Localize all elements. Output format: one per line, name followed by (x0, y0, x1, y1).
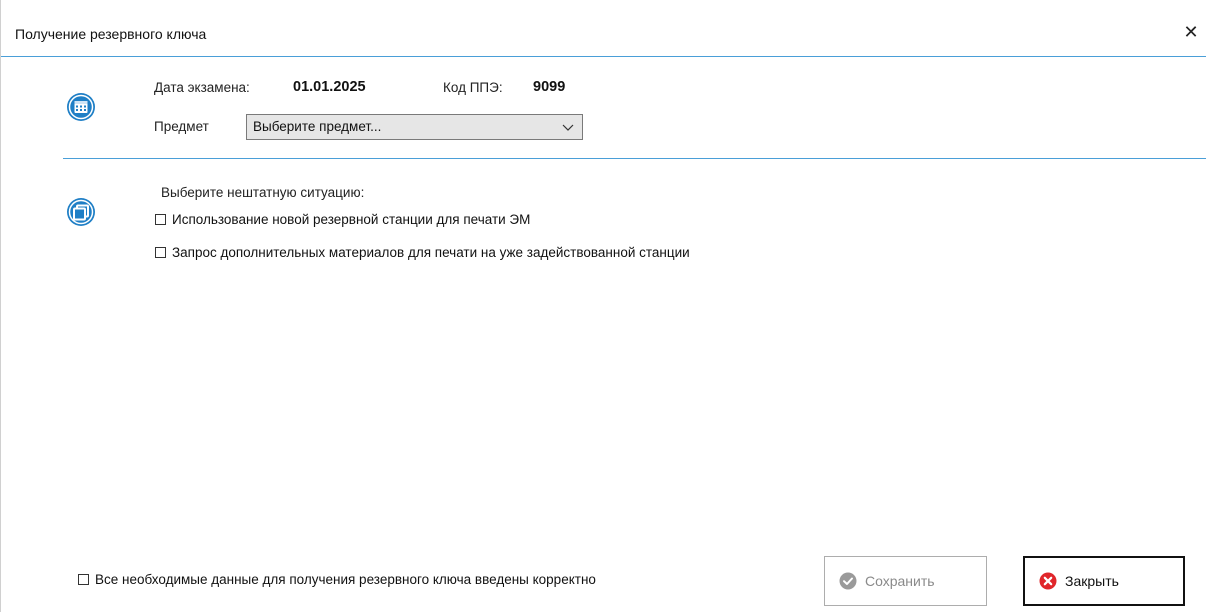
situation-option-label: Использование новой резервной станции дл… (172, 212, 531, 227)
subject-label: Предмет (154, 119, 209, 134)
subject-select[interactable]: Выберите предмет... (246, 114, 583, 140)
confirm-label: Все необходимые данные для получения рез… (95, 572, 596, 587)
ppe-code-value: 9099 (533, 79, 566, 95)
window-title: Получение резервного ключа (15, 26, 207, 42)
close-button-label: Закрыть (1065, 573, 1119, 589)
close-button[interactable]: Закрыть (1023, 556, 1185, 606)
situation-option-additional-materials[interactable]: Запрос дополнительных материалов для печ… (155, 245, 690, 260)
confirm-checkbox[interactable] (78, 574, 89, 585)
chevron-down-icon (562, 124, 574, 131)
situation-prompt: Выберите нештатную ситуацию: (161, 185, 365, 200)
calendar-icon (67, 93, 95, 121)
save-button-label: Сохранить (865, 573, 935, 589)
section-divider (63, 158, 1206, 159)
situation-option-checkbox[interactable] (155, 214, 166, 225)
ppe-code-label: Код ППЭ: (443, 80, 503, 95)
close-window-icon[interactable]: ✕ (1179, 20, 1203, 44)
dialog-window: Получение резервного ключа ✕ Дата экзаме… (0, 0, 1206, 612)
copy-window-icon (67, 198, 95, 226)
title-divider (1, 56, 1206, 57)
situation-option-label: Запрос дополнительных материалов для печ… (172, 245, 690, 260)
situation-option-new-station[interactable]: Использование новой резервной станции дл… (155, 212, 530, 227)
exam-date-label: Дата экзамена: (154, 80, 250, 95)
exam-date-value: 01.01.2025 (293, 79, 366, 95)
subject-select-value: Выберите предмет... (253, 119, 382, 134)
confirm-data-correct[interactable]: Все необходимые данные для получения рез… (78, 572, 596, 587)
situation-option-checkbox[interactable] (155, 247, 166, 258)
error-x-circle-icon (1039, 572, 1057, 590)
check-circle-icon (839, 572, 857, 590)
save-button[interactable]: Сохранить (824, 556, 987, 606)
